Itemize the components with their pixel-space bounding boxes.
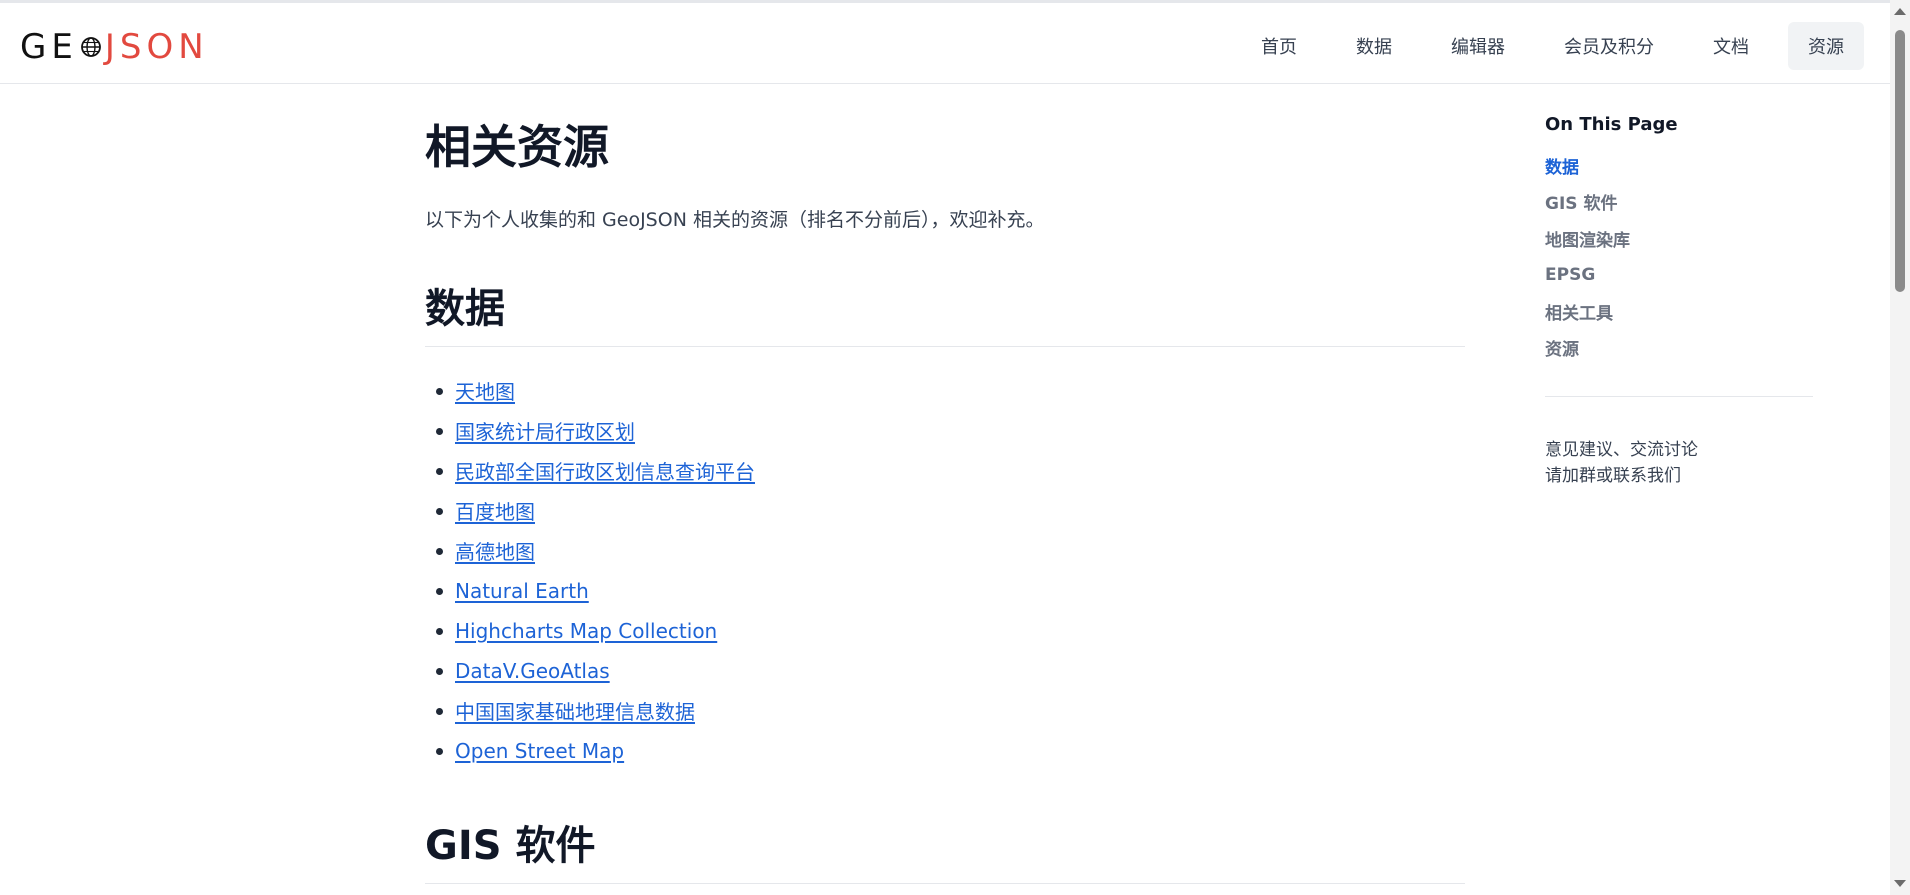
link-stats-bureau[interactable]: 国家统计局行政区划 [455, 416, 635, 445]
toc-list: 数据 GIS 软件 地图渲染库 EPSG 相关工具 资源 [1545, 147, 1813, 366]
link-tianditu[interactable]: 天地图 [455, 376, 515, 405]
nav-item-membership[interactable]: 会员及积分 [1544, 22, 1674, 70]
scroll-down-arrow-icon[interactable] [1894, 880, 1906, 887]
list-item: 中国国家基础地理信息数据 [425, 691, 1465, 731]
scroll-up-arrow-icon[interactable] [1894, 8, 1906, 15]
main-content: 相关资源 以下为个人收集的和 GeoJSON 相关的资源（排名不分前后），欢迎补… [425, 84, 1465, 884]
nav-item-editor[interactable]: 编辑器 [1431, 22, 1525, 70]
link-open-street-map[interactable]: Open Street Map [455, 739, 624, 763]
list-item: 民政部全国行政区划信息查询平台 [425, 451, 1465, 491]
vertical-scrollbar[interactable] [1890, 0, 1910, 895]
toc-item-epsg[interactable]: EPSG [1545, 257, 1813, 294]
section-title-gis-software: GIS 软件 [425, 813, 1465, 884]
page: GE JSON 首页 数据 编辑器 会员及积分 文档 资源 相关资源 以下为个人… [0, 0, 1910, 895]
toc-divider [1545, 396, 1813, 397]
link-natural-earth[interactable]: Natural Earth [455, 579, 589, 603]
toc-item-resources[interactable]: 资源 [1545, 330, 1813, 367]
top-header: GE JSON 首页 数据 编辑器 会员及积分 文档 资源 [0, 0, 1890, 84]
feedback-line-2: 请加群或联系我们 [1545, 466, 1681, 486]
list-item: Highcharts Map Collection [425, 611, 1465, 651]
list-item: Open Street Map [425, 731, 1465, 771]
list-item: 高德地图 [425, 531, 1465, 571]
logo-text-ge: GE [20, 27, 78, 67]
section-title-data: 数据 [425, 276, 1465, 347]
scrollbar-thumb[interactable] [1895, 30, 1905, 292]
toc-item-tools[interactable]: 相关工具 [1545, 293, 1813, 330]
nav-item-data[interactable]: 数据 [1336, 22, 1412, 70]
nav-item-home[interactable]: 首页 [1241, 22, 1317, 70]
list-item: Natural Earth [425, 571, 1465, 611]
feedback-line-1: 意见建议、交流讨论 [1545, 440, 1698, 460]
site-logo[interactable]: GE JSON [20, 27, 209, 67]
link-amap[interactable]: 高德地图 [455, 536, 535, 565]
toc-heading: On This Page [1545, 114, 1678, 135]
list-item: 天地图 [425, 371, 1465, 411]
link-baidu-map[interactable]: 百度地图 [455, 496, 535, 525]
toc-item-gis-software[interactable]: GIS 软件 [1545, 184, 1813, 221]
list-item: 百度地图 [425, 491, 1465, 531]
nav-item-resources[interactable]: 资源 [1788, 22, 1864, 70]
page-title: 相关资源 [425, 120, 609, 174]
main-nav: 首页 数据 编辑器 会员及积分 文档 资源 [1222, 22, 1864, 70]
link-national-geo-data[interactable]: 中国国家基础地理信息数据 [455, 696, 695, 725]
toc-item-data[interactable]: 数据 [1545, 147, 1813, 184]
intro-text: 以下为个人收集的和 GeoJSON 相关的资源（排名不分前后），欢迎补充。 [425, 208, 1045, 231]
on-this-page-toc: On This Page 数据 GIS 软件 地图渲染库 EPSG 相关工具 资… [1545, 114, 1813, 489]
globe-icon [80, 37, 101, 57]
data-links-list: 天地图 国家统计局行政区划 民政部全国行政区划信息查询平台 百度地图 高德地图 … [425, 371, 1465, 771]
list-item: DataV.GeoAtlas [425, 651, 1465, 691]
toc-item-map-rendering[interactable]: 地图渲染库 [1545, 220, 1813, 257]
logo-text-json: JSON [104, 27, 209, 67]
feedback-note: 意见建议、交流讨论 请加群或联系我们 [1545, 437, 1813, 489]
link-highcharts-maps[interactable]: Highcharts Map Collection [455, 619, 717, 643]
list-item: 国家统计局行政区划 [425, 411, 1465, 451]
link-datav-geoatlas[interactable]: DataV.GeoAtlas [455, 659, 610, 683]
nav-item-docs[interactable]: 文档 [1693, 22, 1769, 70]
link-civil-affairs[interactable]: 民政部全国行政区划信息查询平台 [455, 456, 755, 485]
